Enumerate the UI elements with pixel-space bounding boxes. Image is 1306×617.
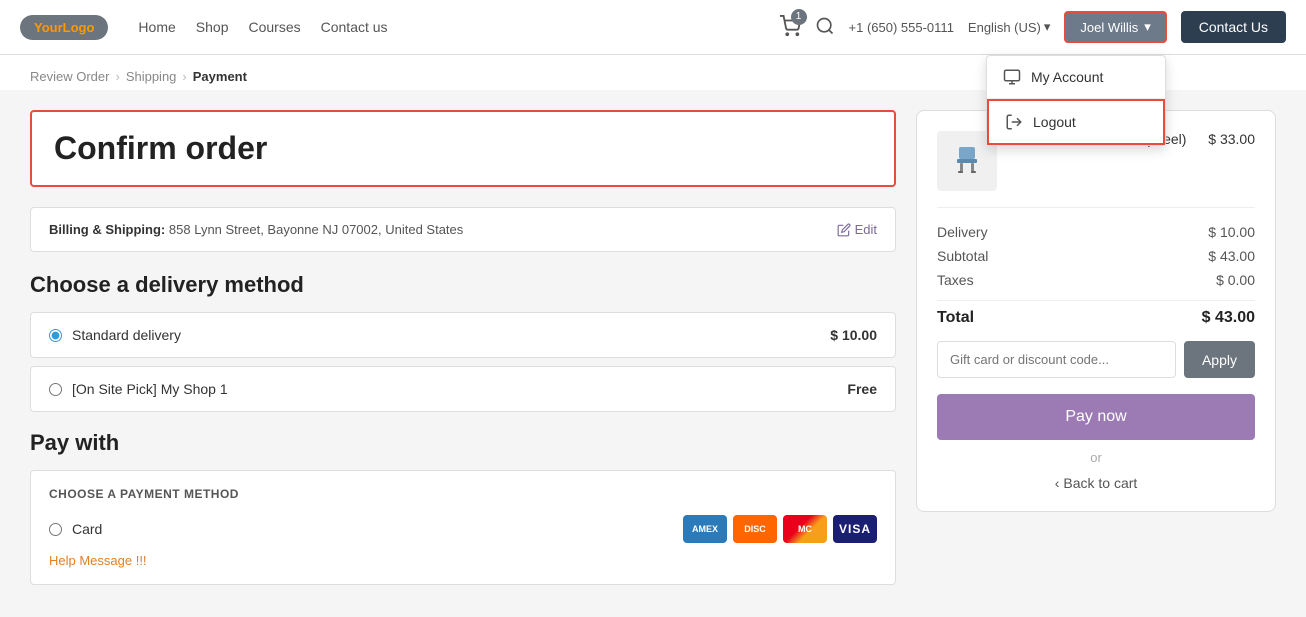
search-button[interactable]: [815, 16, 835, 39]
logout-item[interactable]: Logout: [987, 99, 1165, 145]
delivery-summary-row: Delivery $ 10.00: [937, 224, 1255, 240]
delivery-standard-price: $ 10.00: [830, 327, 877, 343]
back-chevron-icon: ‹: [1055, 475, 1060, 491]
my-account-label: My Account: [1031, 69, 1103, 85]
pay-now-button[interactable]: Pay now: [937, 394, 1255, 440]
user-name-label: Joel Willis: [1080, 20, 1138, 35]
card-label: Card: [72, 521, 102, 537]
breadcrumb-sep-2: ›: [182, 69, 186, 84]
delivery-standard-radio[interactable]: [49, 329, 62, 342]
edit-billing-button[interactable]: Edit: [837, 222, 877, 237]
account-icon: [1003, 68, 1021, 86]
payment-method-label: CHOOSE A PAYMENT METHOD: [49, 487, 877, 501]
cart-button[interactable]: 1: [779, 15, 801, 40]
mastercard-icon: MC: [783, 515, 827, 543]
delivery-option-onsite[interactable]: [On Site Pick] My Shop 1 Free: [30, 366, 896, 412]
logout-icon: [1005, 113, 1023, 131]
left-column: Confirm order Billing & Shipping: 858 Ly…: [30, 110, 896, 585]
total-value: $ 43.00: [1202, 309, 1255, 327]
my-account-item[interactable]: My Account: [987, 56, 1165, 99]
discover-icon: DISC: [733, 515, 777, 543]
breadcrumb-payment: Payment: [193, 69, 247, 84]
breadcrumb-review-order[interactable]: Review Order: [30, 69, 109, 84]
nav-home[interactable]: Home: [138, 19, 175, 35]
delivery-value: $ 10.00: [1208, 224, 1255, 240]
cart-badge: 1: [791, 9, 807, 25]
billing-label: Billing & Shipping: 858 Lynn Street, Bay…: [49, 222, 463, 237]
logout-label: Logout: [1033, 114, 1076, 130]
confirm-order-title: Confirm order: [54, 130, 872, 167]
order-summary-box: 1 x Conference Chair (Steel) $ 33.00 Del…: [916, 110, 1276, 512]
taxes-label: Taxes: [937, 272, 974, 288]
card-icons: AMEX DISC MC VISA: [683, 515, 877, 543]
delivery-label: Delivery: [937, 224, 988, 240]
subtotal-value: $ 43.00: [1208, 248, 1255, 264]
language-selector[interactable]: English (US) ▾: [968, 19, 1051, 35]
billing-address: 858 Lynn Street, Bayonne NJ 07002, Unite…: [169, 222, 463, 237]
discount-row: Apply: [937, 341, 1255, 378]
main-nav: Home Shop Courses Contact us: [138, 19, 778, 35]
product-price: $ 33.00: [1208, 131, 1255, 147]
back-to-cart-link[interactable]: ‹ Back to cart: [937, 475, 1255, 491]
pay-with-section: Pay with CHOOSE A PAYMENT METHOD Card AM…: [30, 430, 896, 585]
taxes-value: $ 0.00: [1216, 272, 1255, 288]
confirm-order-box: Confirm order: [30, 110, 896, 187]
chair-icon: [949, 143, 985, 179]
user-menu-button[interactable]: Joel Willis ▾: [1064, 11, 1166, 43]
language-label: English (US): [968, 20, 1041, 35]
logo-logo: Logo: [63, 20, 95, 35]
chevron-down-icon: ▾: [1144, 19, 1151, 35]
or-text: or: [937, 450, 1255, 465]
right-column: 1 x Conference Chair (Steel) $ 33.00 Del…: [916, 110, 1276, 585]
billing-label-text: Billing & Shipping:: [49, 222, 165, 237]
payment-methods-box: CHOOSE A PAYMENT METHOD Card AMEX DISC M…: [30, 470, 896, 585]
help-message: Help Message !!!: [49, 553, 877, 568]
discount-code-input[interactable]: [937, 341, 1176, 378]
nav-shop[interactable]: Shop: [196, 19, 229, 35]
total-row: Total $ 43.00: [937, 300, 1255, 327]
nav-contact[interactable]: Contact us: [321, 19, 388, 35]
card-payment-row: Card AMEX DISC MC VISA: [49, 515, 877, 543]
back-to-cart-label: Back to cart: [1063, 475, 1137, 491]
apply-discount-button[interactable]: Apply: [1184, 341, 1255, 378]
contact-us-button[interactable]: Contact Us: [1181, 11, 1286, 43]
card-option-left: Card: [49, 521, 102, 537]
main-content: Confirm order Billing & Shipping: 858 Ly…: [0, 90, 1306, 605]
delivery-standard-label: Standard delivery: [72, 327, 181, 343]
total-label: Total: [937, 309, 974, 327]
chevron-down-icon: ▾: [1044, 19, 1051, 35]
edit-label: Edit: [855, 222, 877, 237]
edit-icon: [837, 223, 851, 237]
header: YourLogo Home Shop Courses Contact us 1 …: [0, 0, 1306, 55]
pay-with-title: Pay with: [30, 430, 896, 456]
delivery-onsite-radio[interactable]: [49, 383, 62, 396]
breadcrumb-sep-1: ›: [115, 69, 119, 84]
billing-shipping-box: Billing & Shipping: 858 Lynn Street, Bay…: [30, 207, 896, 252]
subtotal-summary-row: Subtotal $ 43.00: [937, 248, 1255, 264]
header-right: 1 +1 (650) 555-0111 English (US) ▾ Joel …: [779, 11, 1286, 43]
taxes-summary-row: Taxes $ 0.00: [937, 272, 1255, 288]
delivery-onsite-price: Free: [847, 381, 877, 397]
phone-number: +1 (650) 555-0111: [849, 20, 954, 35]
visa-icon: VISA: [833, 515, 877, 543]
delivery-option-standard-left: Standard delivery: [49, 327, 181, 343]
search-icon: [815, 16, 835, 36]
delivery-method-title: Choose a delivery method: [30, 272, 896, 298]
user-dropdown-menu: My Account Logout: [986, 55, 1166, 146]
breadcrumb-shipping[interactable]: Shipping: [126, 69, 177, 84]
nav-courses[interactable]: Courses: [248, 19, 300, 35]
logo-your: Your: [34, 20, 63, 35]
amex-icon: AMEX: [683, 515, 727, 543]
card-radio[interactable]: [49, 523, 62, 536]
delivery-onsite-label: [On Site Pick] My Shop 1: [72, 381, 228, 397]
delivery-option-onsite-left: [On Site Pick] My Shop 1: [49, 381, 228, 397]
delivery-option-standard[interactable]: Standard delivery $ 10.00: [30, 312, 896, 358]
logo: YourLogo: [20, 15, 108, 40]
subtotal-label: Subtotal: [937, 248, 988, 264]
